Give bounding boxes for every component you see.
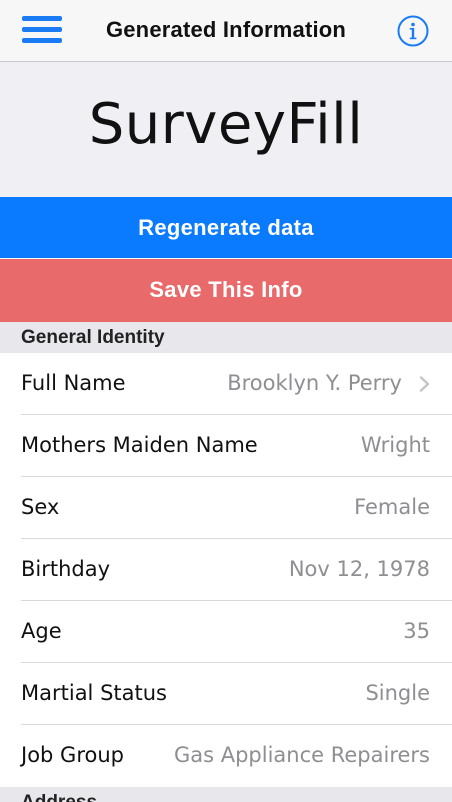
app-title: SurveyFill <box>88 92 364 157</box>
row-birthday[interactable]: Birthday Nov 12, 1978 <box>0 539 452 601</box>
nav-title: Generated Information <box>105 17 347 42</box>
row-value: 35 <box>403 619 430 643</box>
row-value: Brooklyn Y. Perry <box>227 371 402 395</box>
row-mothers-maiden-name[interactable]: Mothers Maiden Name Wright <box>0 415 452 477</box>
row-sex[interactable]: Sex Female <box>0 477 452 539</box>
info-circle-icon[interactable] <box>397 15 429 47</box>
row-value: Female <box>354 495 430 519</box>
row-label: Mothers Maiden Name <box>21 433 258 457</box>
row-value: Nov 12, 1978 <box>288 557 430 581</box>
section-header-address: Address <box>0 787 452 802</box>
row-label: Birthday <box>21 557 111 581</box>
hamburger-menu-icon[interactable] <box>22 16 62 44</box>
row-label: Job Group <box>21 743 124 767</box>
screen: Generated Information SurveyFill Regener… <box>0 0 452 802</box>
section-header-general-identity: General Identity <box>0 322 452 353</box>
row-martial-status[interactable]: Martial Status Single <box>0 663 452 725</box>
row-value: Wright <box>360 433 430 457</box>
general-identity-list: Full Name Brooklyn Y. Perry Mothers Maid… <box>0 353 452 787</box>
app-header: SurveyFill <box>0 62 452 197</box>
row-value: Single <box>365 681 430 705</box>
save-info-button[interactable]: Save This Info <box>0 259 452 322</box>
row-job-group[interactable]: Job Group Gas Appliance Repairers <box>0 725 452 787</box>
row-full-name[interactable]: Full Name Brooklyn Y. Perry <box>0 353 452 415</box>
row-label: Full Name <box>21 371 126 395</box>
row-label: Sex <box>21 495 60 519</box>
navigation-bar: Generated Information <box>0 0 452 62</box>
chevron-right-icon <box>418 376 432 392</box>
regenerate-data-button[interactable]: Regenerate data <box>0 197 452 258</box>
row-label: Age <box>21 619 62 643</box>
row-label: Martial Status <box>21 681 167 705</box>
row-age[interactable]: Age 35 <box>0 601 452 663</box>
row-value: Gas Appliance Repairers <box>173 743 430 767</box>
